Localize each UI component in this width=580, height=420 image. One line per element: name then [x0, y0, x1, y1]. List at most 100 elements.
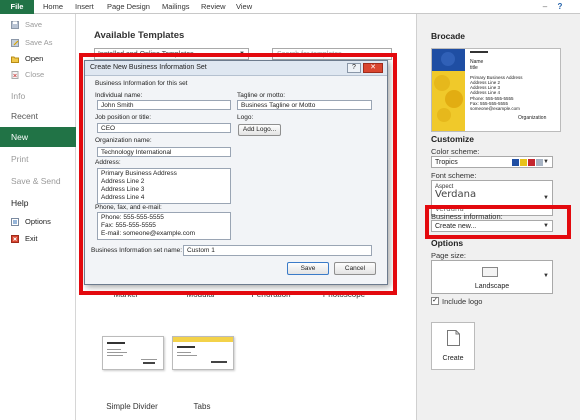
- save-command[interactable]: Save: [0, 20, 76, 32]
- dialog-help-button[interactable]: ?: [347, 63, 361, 73]
- sidebar-section-new[interactable]: New: [0, 127, 76, 147]
- tab-home[interactable]: Home: [43, 0, 63, 14]
- color-swatch: [520, 159, 527, 166]
- color-swatch: [512, 159, 519, 166]
- open-command[interactable]: Open: [0, 54, 76, 66]
- template-label-photoscope: Photoscope: [322, 290, 366, 299]
- set-name-label: Business Information set name:: [91, 247, 183, 254]
- chevron-down-icon: ▼: [239, 51, 245, 57]
- help-icon[interactable]: ?: [555, 1, 565, 12]
- sidebar-section-save-send[interactable]: Save & Send: [0, 171, 76, 191]
- backstage-sidebar: Save Save As Open Close Info Recent New …: [0, 14, 76, 420]
- dialog-close-button[interactable]: ✕: [363, 63, 383, 73]
- sidebar-section-print[interactable]: Print: [0, 149, 76, 169]
- exit-icon: [11, 235, 19, 243]
- address-field[interactable]: Primary Business Address Address Line 2 …: [97, 168, 231, 204]
- address-line: Address Line 4: [101, 194, 145, 201]
- template-label-simple-divider: Simple Divider: [106, 402, 158, 411]
- address-line: Primary Business Address: [101, 170, 177, 177]
- tab-file[interactable]: File: [0, 0, 34, 14]
- individual-name-field[interactable]: John Smith: [97, 100, 231, 110]
- preview-brocade-band: [432, 49, 465, 131]
- template-filter-value: Installed and Online Templates: [98, 51, 194, 58]
- open-label: Open: [25, 54, 44, 63]
- save-as-label: Save As: [25, 38, 53, 47]
- sidebar-section-recent[interactable]: Recent: [0, 106, 76, 126]
- template-thumb-tabs[interactable]: [172, 336, 234, 370]
- chevron-down-icon: ▼: [543, 159, 549, 165]
- sidebar-section-help[interactable]: Help: [0, 193, 76, 213]
- preview-line4: Address Line 4: [470, 90, 501, 95]
- minimize-ribbon-icon[interactable]: –: [540, 1, 550, 12]
- template-preview: Name title Primary Business Address Addr…: [431, 48, 561, 132]
- create-button[interactable]: Create: [431, 322, 475, 370]
- color-swatches: [512, 159, 544, 166]
- page-size-select[interactable]: Landscape ▼: [431, 260, 553, 294]
- tab-view[interactable]: View: [236, 0, 252, 14]
- tab-review[interactable]: Review: [201, 0, 226, 14]
- logo-label: Logo:: [237, 114, 254, 121]
- options-command[interactable]: Options: [0, 217, 76, 229]
- tagline-label: Tagline or motto:: [237, 92, 286, 99]
- template-thumb-simple-divider[interactable]: [102, 336, 164, 370]
- business-info-select[interactable]: Create new... ▼: [431, 220, 553, 232]
- chevron-down-icon: ▼: [543, 273, 549, 279]
- page-size-value: Landscape: [474, 283, 510, 290]
- close-command[interactable]: Close: [0, 70, 76, 82]
- template-filter-select[interactable]: Installed and Online Templates ▼: [94, 48, 249, 60]
- tab-mailings[interactable]: Mailings: [162, 0, 190, 14]
- template-options-pane: Brocade Name title Primary Business Addr…: [416, 14, 580, 420]
- template-name: Brocade: [431, 31, 466, 41]
- set-name-field[interactable]: Custom 1: [183, 245, 372, 256]
- color-swatch: [528, 159, 535, 166]
- color-scheme-label: Color scheme:: [431, 147, 480, 156]
- phone-fax-email-label: Phone, fax, and e-mail:: [95, 204, 162, 211]
- template-label-perforation: Perforation: [251, 290, 291, 299]
- create-label: Create: [442, 355, 464, 362]
- open-folder-icon: [11, 56, 19, 63]
- chevron-down-icon: ▼: [543, 223, 549, 229]
- save-icon: [11, 21, 19, 29]
- job-title-label: Job position or title:: [95, 114, 152, 121]
- landscape-page-icon: [482, 267, 498, 277]
- job-title-field[interactable]: CEO: [97, 123, 231, 133]
- phone-line: Phone: 555-555-5555: [101, 214, 164, 221]
- save-as-command[interactable]: Save As: [0, 38, 76, 50]
- save-button[interactable]: Save: [287, 262, 329, 275]
- dialog-title-bar: Create New Business Information Set ? ✕: [85, 61, 387, 76]
- template-label-marker: Marker: [113, 290, 139, 299]
- tagline-field[interactable]: Business Tagline or Motto: [237, 100, 372, 110]
- cancel-button[interactable]: Cancel: [334, 262, 376, 275]
- color-scheme-select[interactable]: Tropics ▼: [431, 156, 553, 168]
- tab-page-design[interactable]: Page Design: [107, 0, 150, 14]
- include-logo-label: Include logo: [442, 297, 483, 306]
- add-logo-button[interactable]: Add Logo...: [238, 124, 281, 136]
- fax-line: Fax: 555-555-5555: [101, 222, 156, 229]
- template-search-input[interactable]: Search for templates: [272, 48, 392, 60]
- business-info-value: Create new...: [435, 223, 477, 230]
- exit-command[interactable]: Exit: [0, 234, 76, 246]
- color-swatch: [536, 159, 543, 166]
- individual-name-label: Individual name:: [95, 92, 143, 99]
- organization-label: Organization name:: [95, 137, 152, 144]
- font-scheme-select[interactable]: Aspect Verdana Verdana ▼: [431, 180, 553, 216]
- dialog-title: Create New Business Information Set: [90, 64, 207, 71]
- close-label: Close: [25, 70, 45, 79]
- sidebar-section-info[interactable]: Info: [0, 86, 76, 106]
- blank-page-icon: [447, 330, 460, 346]
- template-label-tabs: Tabs: [193, 402, 211, 411]
- font-scheme-label: Font scheme:: [431, 171, 477, 180]
- preview-title: title: [470, 65, 478, 71]
- font-main-preview: Verdana: [435, 189, 477, 200]
- email-line: E-mail: someone@example.com: [101, 230, 196, 237]
- close-file-icon: [11, 71, 19, 79]
- tab-insert[interactable]: Insert: [75, 0, 94, 14]
- phone-fax-email-field[interactable]: Phone: 555-555-5555 Fax: 555-555-5555 E-…: [97, 212, 231, 240]
- organization-field[interactable]: Technology International: [97, 147, 231, 157]
- page-size-label: Page size:: [431, 251, 467, 260]
- template-label-modular: Modular: [186, 290, 216, 299]
- address-line: Address Line 3: [101, 186, 145, 193]
- options-heading: Options: [431, 238, 464, 248]
- include-logo-checkbox[interactable]: ✓: [431, 297, 439, 305]
- templates-heading: Available Templates: [94, 30, 185, 41]
